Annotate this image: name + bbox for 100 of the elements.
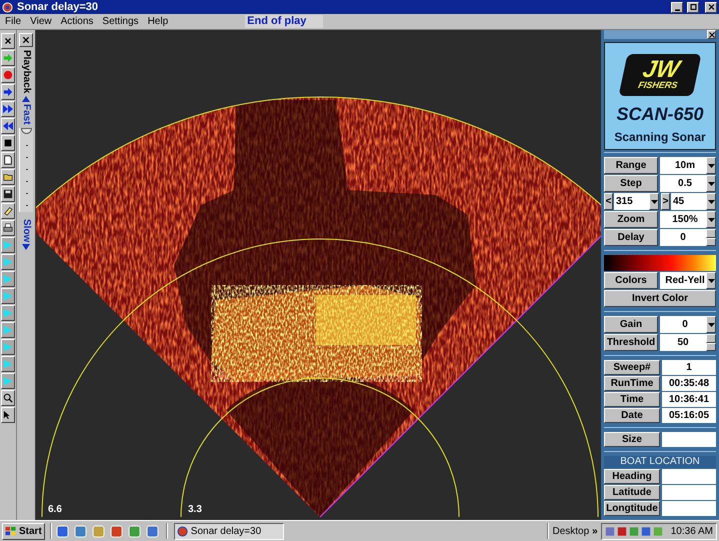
toolbar-button[interactable] [1, 220, 15, 236]
maximize-icon [688, 3, 698, 11]
tray-icon [604, 526, 615, 536]
invert-color-button[interactable]: Invert Color [604, 290, 716, 307]
section-header: BOAT LOCATION [604, 456, 716, 468]
toolbar-button[interactable] [1, 50, 15, 66]
dropdown[interactable]: 45 [671, 193, 716, 210]
label-button[interactable]: Gain [604, 316, 658, 333]
spin-field[interactable]: 50 [660, 334, 716, 351]
label-button[interactable]: Threshold [604, 334, 658, 351]
label-button[interactable]: Colors [604, 272, 658, 289]
toolbar-button[interactable] [1, 169, 15, 185]
label-button[interactable]: RunTime [604, 376, 660, 391]
dropdown[interactable]: 0.5 [660, 175, 716, 192]
toolbar-button[interactable] [1, 33, 15, 49]
toolbar-button[interactable] [1, 271, 15, 287]
arrow-button[interactable]: < [604, 193, 613, 210]
dropdown-arrow-icon [708, 182, 714, 186]
toolbar-button[interactable] [1, 356, 15, 372]
toolbar-button[interactable] [1, 254, 15, 270]
menu-item[interactable]: Settings [102, 14, 139, 29]
desktop-toolbar-label[interactable]: Desktop [552, 524, 590, 538]
dropdown-arrow-icon [708, 200, 714, 204]
logo-text: JW [640, 60, 682, 80]
readout-field [662, 501, 716, 516]
toolbar-button[interactable] [1, 390, 15, 406]
toolbar-button[interactable] [1, 407, 15, 423]
spin-arrows-icon[interactable] [706, 229, 716, 246]
dropdown-arrow-icon [650, 200, 658, 204]
menu-item[interactable]: Help [148, 14, 168, 29]
menu-item[interactable]: File [5, 14, 22, 29]
label-button[interactable]: Range [604, 157, 658, 174]
app-icon [110, 524, 123, 538]
clock: 10:36 AM [670, 524, 713, 538]
spin-field[interactable]: 0 [660, 229, 716, 246]
label-button[interactable]: Step [604, 175, 658, 192]
start-button[interactable]: Start [2, 522, 45, 540]
range-label: 6.6 [48, 503, 62, 517]
chevron-button[interactable]: » [592, 524, 598, 538]
tray-icon [640, 526, 651, 536]
toolbar-button[interactable] [1, 339, 15, 355]
app-icon [176, 526, 188, 536]
toolbar-button[interactable] [1, 237, 15, 253]
toolbar-button[interactable] [1, 152, 15, 168]
label-button[interactable]: Date [604, 408, 660, 423]
dropdown-arrow-icon [708, 322, 714, 326]
menu-item[interactable]: View [30, 14, 52, 29]
toolbar-button[interactable] [1, 84, 15, 100]
window-button[interactable] [687, 2, 699, 12]
toolbar-button[interactable] [1, 373, 15, 389]
toolbar-button[interactable] [1, 203, 15, 219]
rewind-icon [3, 121, 13, 131]
toolbar-button[interactable] [1, 67, 15, 83]
taskbar-button[interactable]: Sonar delay=30 [174, 522, 284, 540]
printer-icon [3, 223, 13, 233]
fast-label: Fast [21, 104, 31, 125]
dropdown[interactable]: 150% [660, 211, 716, 228]
window-button[interactable] [671, 2, 683, 12]
label-button[interactable]: Size [604, 432, 660, 447]
tray-icon [652, 526, 663, 536]
toolbar-button[interactable] [1, 135, 15, 151]
arrow-right-icon [3, 87, 13, 97]
dropdown[interactable]: 10m [660, 157, 716, 174]
dropdown-arrow-icon [708, 278, 714, 282]
app-icon [56, 524, 69, 538]
label-button[interactable]: Time [604, 392, 660, 407]
toolbar-button[interactable] [1, 288, 15, 304]
tray-icon [628, 526, 639, 536]
document-icon [3, 155, 13, 165]
dropdown-arrow-icon [708, 164, 714, 168]
toolbar-button[interactable] [1, 322, 15, 338]
readout-field [662, 485, 716, 500]
close-button[interactable] [707, 30, 716, 40]
slow-label: Slow [21, 218, 31, 242]
magnifier-icon [3, 393, 13, 403]
label-button[interactable]: Sweep# [604, 360, 660, 375]
label-button[interactable]: Longtitude [604, 501, 660, 516]
arrow-up-icon [22, 96, 30, 102]
slider-thumb[interactable] [21, 128, 32, 134]
toolbar-button[interactable] [1, 118, 15, 134]
label-button[interactable]: Heading [604, 469, 660, 484]
dropdown[interactable]: Red-Yell [660, 272, 716, 289]
close-icon [22, 36, 30, 44]
record-icon [3, 70, 13, 80]
toolbar-button[interactable] [1, 101, 15, 117]
label-button[interactable]: Delay [604, 229, 658, 246]
spin-arrows-icon[interactable] [706, 334, 716, 351]
label-button[interactable]: Zoom [604, 211, 658, 228]
dropdown[interactable]: 0 [660, 316, 716, 333]
dropdown[interactable]: 315 [614, 193, 659, 210]
toolbar-button[interactable] [1, 305, 15, 321]
toolbar-button[interactable] [1, 186, 15, 202]
label-button[interactable]: Latitude [604, 485, 660, 500]
arrow-down-icon [22, 244, 30, 250]
window-button[interactable] [705, 2, 717, 12]
readout-field [662, 432, 716, 447]
speed-slider[interactable] [19, 128, 33, 212]
arrow-button[interactable]: > [661, 193, 670, 210]
readout-field: 10:36:41 [662, 392, 716, 407]
menu-item[interactable]: Actions [60, 14, 94, 29]
